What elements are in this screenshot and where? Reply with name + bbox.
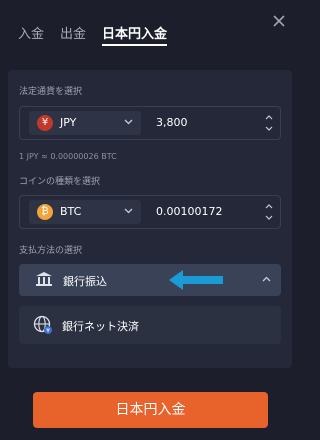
deposit-modal: 入金 出金 日本円入金 法定通貨を選択 ¥ JPY 3,800 1 JPY ≈ … <box>0 0 300 440</box>
fiat-amount-input[interactable]: 3,800 <box>156 116 188 129</box>
coin-currency-select[interactable]: ₿ BTC <box>29 200 141 224</box>
payment-method-selected: 銀行振込 <box>63 275 107 288</box>
tab-withdraw[interactable]: 出金 <box>60 20 86 46</box>
bitcoin-icon: ₿ <box>37 204 53 220</box>
fiat-currency-select[interactable]: ¥ JPY <box>29 111 141 135</box>
chevron-up-icon <box>262 276 271 282</box>
payment-option-label: 銀行ネット決済 <box>62 320 139 333</box>
payment-option-net-banking[interactable]: ¥ 銀行ネット決済 <box>19 306 281 344</box>
tab-bar: 入金 出金 日本円入金 <box>18 20 168 50</box>
exchange-rate: 1 JPY ≈ 0.00000026 BTC <box>19 152 117 161</box>
submit-jpy-deposit-button[interactable]: 日本円入金 <box>33 392 268 428</box>
fiat-amount-stepper[interactable] <box>264 112 274 134</box>
payment-method-dropdown[interactable]: 銀行振込 <box>19 264 281 296</box>
coin-label: コインの種類を選択 <box>19 177 101 187</box>
svg-text:¥: ¥ <box>46 328 50 335</box>
fiat-field: ¥ JPY 3,800 <box>19 106 281 140</box>
pointer-arrow-icon <box>169 270 223 290</box>
payment-label: 支払方法の選択 <box>19 246 83 256</box>
yen-icon: ¥ <box>37 115 53 131</box>
tab-jpy-deposit[interactable]: 日本円入金 <box>102 20 168 46</box>
coin-amount-input[interactable]: 0.00100172 <box>156 205 222 218</box>
chevron-down-icon <box>124 119 133 125</box>
deposit-form-panel: 法定通貨を選択 ¥ JPY 3,800 1 JPY ≈ 0.00000026 B… <box>8 70 292 368</box>
close-icon[interactable] <box>270 12 288 30</box>
coin-field: ₿ BTC 0.00100172 <box>19 195 281 229</box>
fiat-label: 法定通貨を選択 <box>19 87 83 97</box>
coin-amount-stepper[interactable] <box>264 201 274 223</box>
fiat-currency-value: JPY <box>60 116 77 129</box>
coin-currency-value: BTC <box>60 205 82 218</box>
globe-icon: ¥ <box>33 315 52 335</box>
chevron-down-icon <box>124 208 133 214</box>
bank-icon <box>36 272 52 286</box>
tab-deposit[interactable]: 入金 <box>18 20 44 46</box>
